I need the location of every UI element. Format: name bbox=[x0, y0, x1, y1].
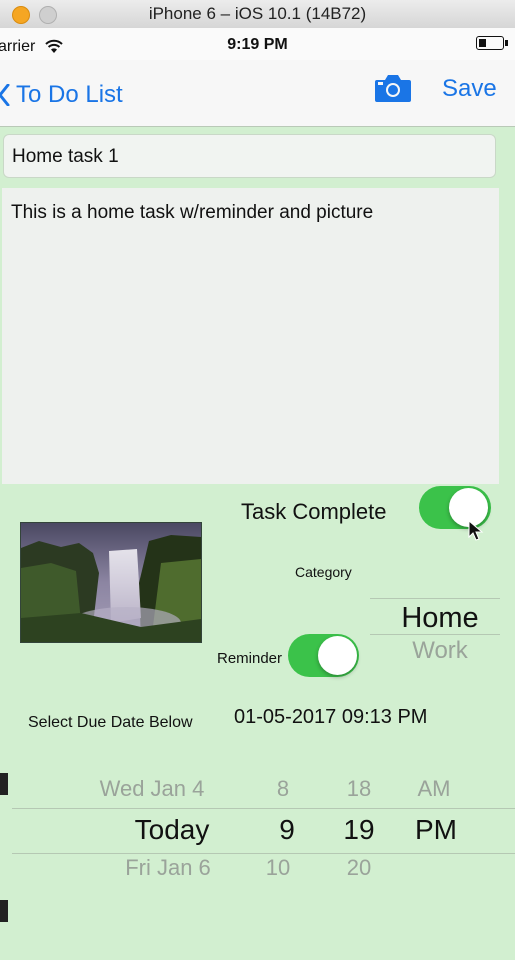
picker-hour-prev[interactable]: 8 bbox=[258, 776, 308, 802]
status-bar: arrier 9:19 PM bbox=[0, 28, 515, 60]
picker-hour-next[interactable]: 10 bbox=[253, 855, 303, 881]
due-date-label: Select Due Date Below bbox=[28, 714, 193, 731]
category-option-home[interactable]: Home bbox=[370, 602, 510, 635]
picker-hour-selected[interactable]: 9 bbox=[262, 814, 312, 846]
category-picker[interactable]: Home Work bbox=[370, 588, 500, 678]
battery-icon bbox=[476, 36, 508, 50]
picker-ampm-pm[interactable]: PM bbox=[406, 814, 466, 846]
task-complete-label: Task Complete bbox=[241, 499, 387, 524]
category-label: Category bbox=[295, 564, 352, 580]
chevron-left-icon bbox=[0, 84, 10, 106]
background-window-edge bbox=[0, 900, 8, 922]
picker-day-selected[interactable]: Today bbox=[102, 814, 242, 846]
simulator-titlebar: iPhone 6 – iOS 10.1 (14B72) bbox=[0, 0, 515, 29]
waterfall-photo bbox=[21, 523, 201, 642]
picker-minute-next[interactable]: 20 bbox=[334, 855, 384, 881]
picker-ampm-am[interactable]: AM bbox=[404, 776, 464, 802]
back-button-label: To Do List bbox=[16, 81, 123, 108]
status-time: 9:19 PM bbox=[227, 36, 288, 53]
task-title-field[interactable]: Home task 1 bbox=[3, 134, 496, 178]
toggle-knob bbox=[318, 636, 357, 675]
task-photo[interactable] bbox=[20, 522, 202, 643]
task-notes-field[interactable]: This is a home task w/reminder and pictu… bbox=[2, 188, 499, 484]
category-option-work[interactable]: Work bbox=[370, 637, 510, 665]
picker-minute-selected[interactable]: 19 bbox=[334, 814, 384, 846]
picker-minute-prev[interactable]: 18 bbox=[334, 776, 384, 802]
due-date-picker[interactable]: Wed Jan 4 Today Fri Jan 6 8 9 10 18 19 2… bbox=[0, 768, 515, 898]
save-button[interactable]: Save bbox=[442, 75, 497, 103]
app-screen: arrier 9:19 PM To Do List Save Home task… bbox=[0, 28, 515, 960]
picker-day-next[interactable]: Fri Jan 6 bbox=[98, 855, 238, 881]
background-window-edge bbox=[0, 773, 8, 795]
camera-icon[interactable] bbox=[374, 73, 412, 103]
simulator-title: iPhone 6 – iOS 10.1 (14B72) bbox=[148, 4, 367, 23]
back-button[interactable]: To Do List bbox=[0, 80, 123, 110]
mouse-pointer-icon bbox=[468, 520, 484, 541]
reminder-label: Reminder bbox=[217, 650, 283, 667]
navigation-bar: To Do List Save bbox=[0, 60, 515, 127]
picker-day-prev[interactable]: Wed Jan 4 bbox=[82, 776, 222, 802]
reminder-toggle[interactable] bbox=[288, 634, 359, 677]
due-date-value: 01-05-2017 09:13 PM bbox=[234, 706, 428, 728]
